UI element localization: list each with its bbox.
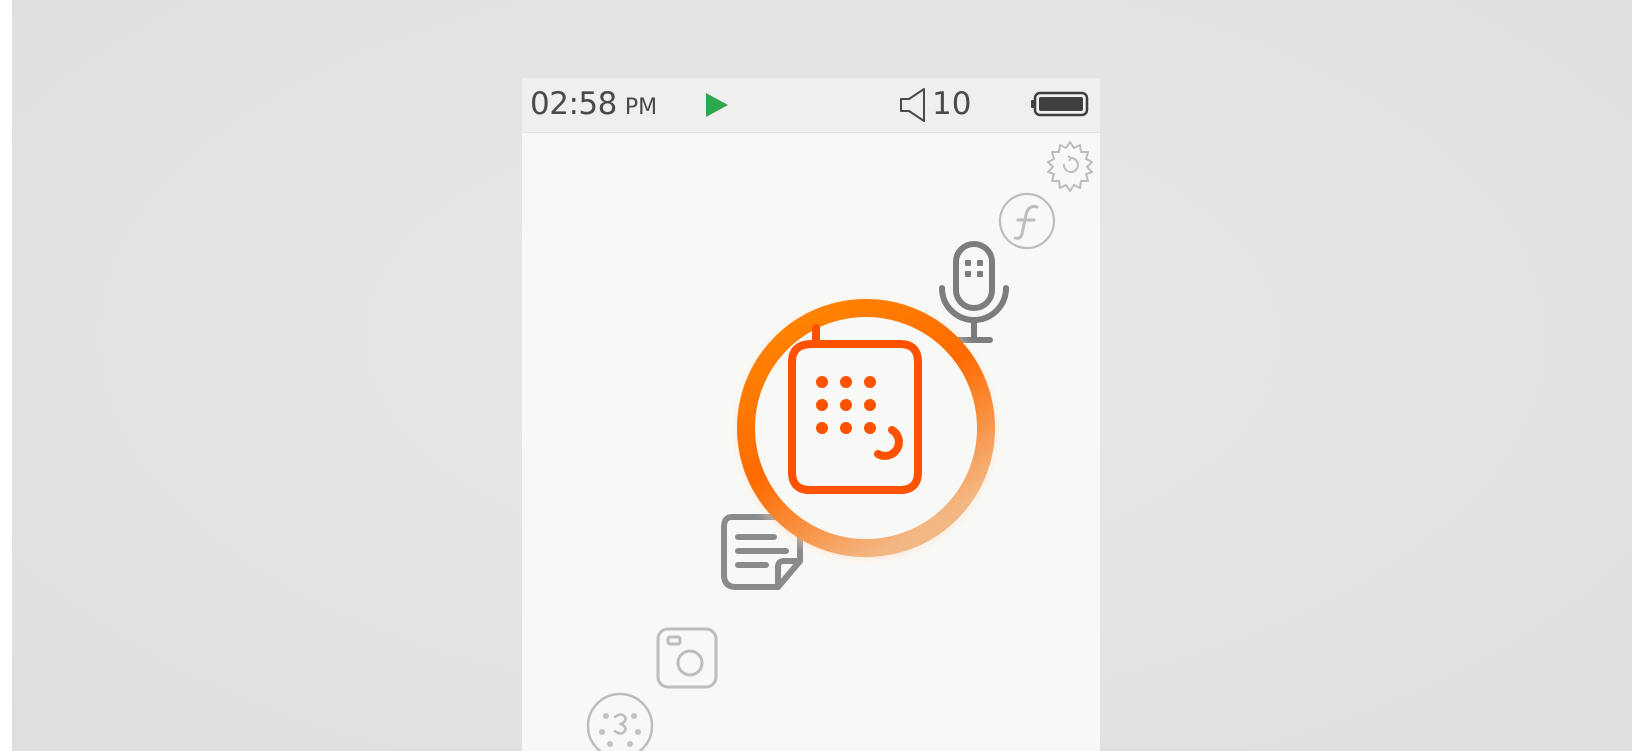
camera-icon[interactable] [652,623,722,693]
settings-gear-icon[interactable] [1040,136,1100,196]
phone-dialer-icon[interactable] [726,288,1006,568]
speaker-icon [900,88,925,122]
clock-time: 02:58 [530,86,617,122]
battery-icon [1031,91,1089,117]
status-bar: 02:58 PM 10 [522,78,1100,133]
volume-level: 10 [932,86,972,122]
clock-ampm: PM [624,95,658,120]
dice-game-icon[interactable] [584,690,656,751]
device-screen: 02:58 PM 10 [522,78,1100,751]
clock: 02:58 PM [530,84,657,124]
play-icon [706,93,728,117]
